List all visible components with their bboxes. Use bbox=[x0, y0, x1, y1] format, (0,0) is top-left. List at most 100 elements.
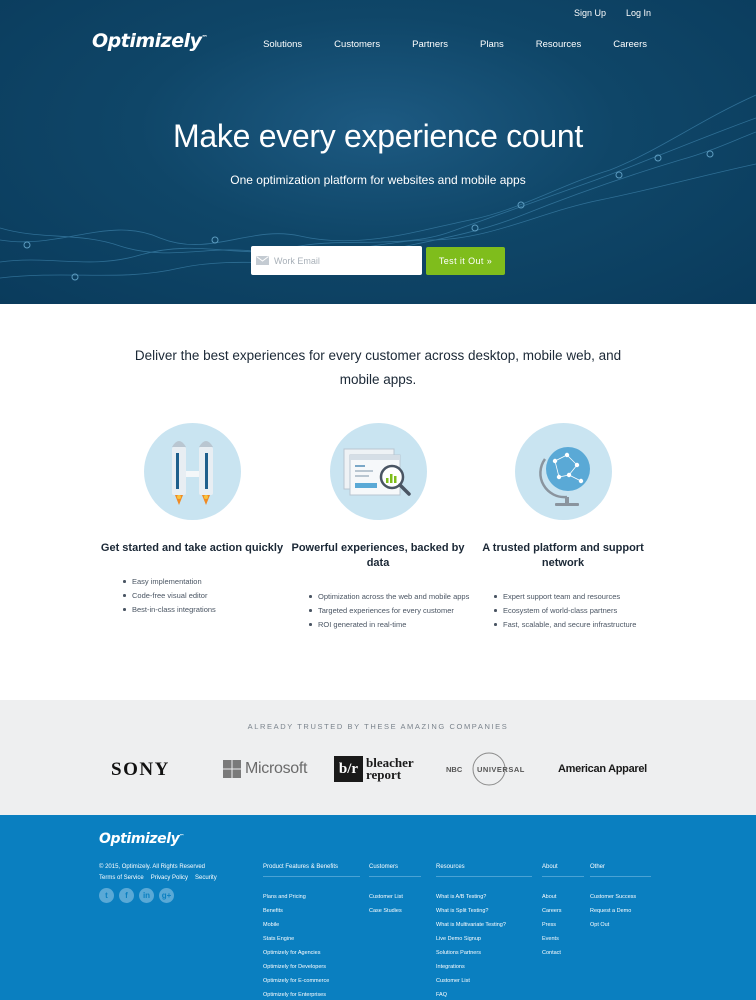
feature-bullets: Optimization across the web and mobile a… bbox=[283, 590, 473, 631]
footer-col-about: About About Careers Press Events Contact bbox=[542, 864, 584, 960]
nav-customers[interactable]: Customers bbox=[334, 39, 380, 50]
facebook-icon[interactable]: f bbox=[119, 888, 134, 903]
footer-col-resources: Resources What is A/B Testing? What is S… bbox=[436, 864, 532, 1000]
footer-col-heading: About bbox=[542, 864, 584, 877]
footer-col-heading: Product Features & Benefits bbox=[263, 864, 360, 877]
report-line: report bbox=[366, 767, 402, 782]
nav-careers[interactable]: Careers bbox=[613, 39, 647, 50]
footer-col-heading: Customers bbox=[369, 864, 421, 877]
nbc-text: NBC bbox=[446, 765, 463, 774]
footer-link[interactable]: Opt Out bbox=[590, 918, 651, 932]
footer-link[interactable]: What is Split Testing? bbox=[436, 904, 532, 918]
footer-link[interactable]: Optimizely for Developers bbox=[263, 960, 360, 974]
footer-link[interactable]: Mobile bbox=[263, 918, 360, 932]
br-mark: b/r bbox=[334, 756, 363, 782]
footer-link[interactable]: Case Studies bbox=[369, 904, 421, 918]
copyright-text: © 2015, Optimizely. All Rights Reserved bbox=[99, 864, 206, 870]
sign-up-link[interactable]: Sign Up bbox=[574, 8, 606, 18]
feature-circle bbox=[143, 423, 241, 520]
footer-link[interactable]: Optimizely for Agencies bbox=[263, 946, 360, 960]
footer-link[interactable]: What is A/B Testing? bbox=[436, 890, 532, 904]
log-in-link[interactable]: Log In bbox=[626, 8, 651, 18]
terms-link[interactable]: Terms of Service bbox=[99, 875, 144, 881]
feature-trusted-platform: A trusted platform and support network E… bbox=[468, 423, 658, 632]
feature-bullets: Expert support team and resources Ecosys… bbox=[468, 590, 658, 631]
mail-icon bbox=[256, 256, 269, 265]
optimizely-logo[interactable]: Optimizely™ bbox=[92, 30, 207, 52]
analytics-magnifier-icon bbox=[343, 448, 411, 496]
footer-link[interactable]: Plans and Pricing bbox=[263, 890, 360, 904]
list-item: Easy implementation bbox=[120, 575, 287, 588]
feature-title: Get started and take action quickly bbox=[100, 542, 284, 554]
microsoft-windows-icon bbox=[223, 760, 241, 778]
list-item: Expert support team and resources bbox=[491, 590, 658, 603]
footer-link[interactable]: Events bbox=[542, 932, 584, 946]
globe-icon bbox=[538, 447, 590, 506]
american-apparel-logo: American Apparel bbox=[558, 763, 647, 775]
footer-link[interactable]: Optimizely for E-commerce bbox=[263, 974, 360, 988]
footer-link[interactable]: Customer List bbox=[369, 890, 421, 904]
feature-powerful-experiences: Powerful experiences, backed by data Opt… bbox=[283, 423, 473, 632]
footer-link[interactable]: Contact bbox=[542, 946, 584, 960]
feature-circle bbox=[329, 423, 427, 520]
footer-link[interactable]: Customer List bbox=[436, 974, 532, 988]
list-item: Targeted experiences for every customer bbox=[306, 604, 473, 617]
nav-partners[interactable]: Partners bbox=[412, 39, 448, 50]
trusted-title: ALREADY TRUSTED BY THESE AMAZING COMPANI… bbox=[247, 722, 509, 731]
googleplus-icon[interactable]: g+ bbox=[159, 888, 174, 903]
footer-link[interactable]: Customer Success bbox=[590, 890, 651, 904]
work-email-input[interactable] bbox=[274, 255, 404, 266]
footer-link[interactable]: Press bbox=[542, 918, 584, 932]
footer-link[interactable]: Solutions Partners bbox=[436, 946, 532, 960]
list-item: Ecosystem of world-class partners bbox=[491, 604, 658, 617]
nav-plans[interactable]: Plans bbox=[480, 39, 504, 50]
footer-link[interactable]: Benefits bbox=[263, 904, 360, 918]
top-links: Sign Up Log In bbox=[574, 8, 651, 18]
legal-links: Terms of Service Privacy Policy Security bbox=[99, 875, 217, 881]
feature-get-started: Get started and take action quickly Easy… bbox=[97, 423, 287, 617]
footer-logo-text: Optimizely bbox=[99, 831, 180, 847]
footer-col-customers: Customers Customer List Case Studies bbox=[369, 864, 421, 918]
footer-link[interactable]: Careers bbox=[542, 904, 584, 918]
footer-col-product: Product Features & Benefits Plans and Pr… bbox=[263, 864, 360, 1000]
list-item: Fast, scalable, and secure infrastructur… bbox=[491, 618, 658, 631]
test-it-out-button[interactable]: Test it Out » bbox=[426, 247, 505, 275]
feature-title: Powerful experiences, backed by data bbox=[291, 542, 465, 569]
microsoft-wordmark: Microsoft bbox=[245, 760, 308, 777]
footer-link[interactable]: Optimizely for Enterprises bbox=[263, 988, 360, 1000]
footer-col-other: Other Customer Success Request a Demo Op… bbox=[590, 864, 651, 932]
footer-link[interactable]: Request a Demo bbox=[590, 904, 651, 918]
footer-logo[interactable]: Optimizely™ bbox=[99, 831, 184, 847]
social-links: t f in g+ bbox=[99, 888, 174, 903]
bleacher-report-logo: b/r bleacher report bbox=[334, 756, 414, 782]
list-item: Optimization across the web and mobile a… bbox=[306, 590, 473, 603]
main-nav: Solutions Customers Partners Plans Resou… bbox=[231, 39, 647, 50]
twitter-icon[interactable]: t bbox=[99, 888, 114, 903]
logo-text: Optimizely bbox=[92, 30, 202, 52]
sony-logo: SONY bbox=[111, 759, 170, 780]
feature-bullets: Easy implementation Code-free visual edi… bbox=[97, 575, 287, 616]
footer-link[interactable]: Live Demo Signup bbox=[436, 932, 532, 946]
linkedin-icon[interactable]: in bbox=[139, 888, 154, 903]
footer-link[interactable]: FAQ bbox=[436, 988, 532, 1000]
footer-link[interactable]: Stats Engine bbox=[263, 932, 360, 946]
feature-circle bbox=[514, 423, 612, 520]
footer: Optimizely™ © 2015, Optimizely. All Righ… bbox=[0, 815, 756, 1000]
microsoft-logo: Microsoft bbox=[223, 760, 308, 778]
footer-link[interactable]: Integrations bbox=[436, 960, 532, 974]
security-link[interactable]: Security bbox=[195, 875, 217, 881]
footer-col-heading: Other bbox=[590, 864, 651, 877]
feature-title: A trusted platform and support network bbox=[482, 542, 644, 569]
list-item: ROI generated in real-time bbox=[306, 618, 473, 631]
privacy-link[interactable]: Privacy Policy bbox=[151, 875, 188, 881]
list-item: Best-in-class integrations bbox=[120, 603, 287, 616]
universal-text: UNIVERSAL bbox=[477, 765, 525, 774]
email-field[interactable] bbox=[251, 246, 422, 275]
footer-col-heading: Resources bbox=[436, 864, 532, 877]
features-headline: Deliver the best experiences for every c… bbox=[134, 348, 622, 387]
hero-subtitle: One optimization platform for websites a… bbox=[230, 173, 526, 187]
nav-resources[interactable]: Resources bbox=[536, 39, 581, 50]
footer-link[interactable]: About bbox=[542, 890, 584, 904]
nav-solutions[interactable]: Solutions bbox=[263, 39, 302, 50]
footer-link[interactable]: What is Multivariate Testing? bbox=[436, 918, 532, 932]
